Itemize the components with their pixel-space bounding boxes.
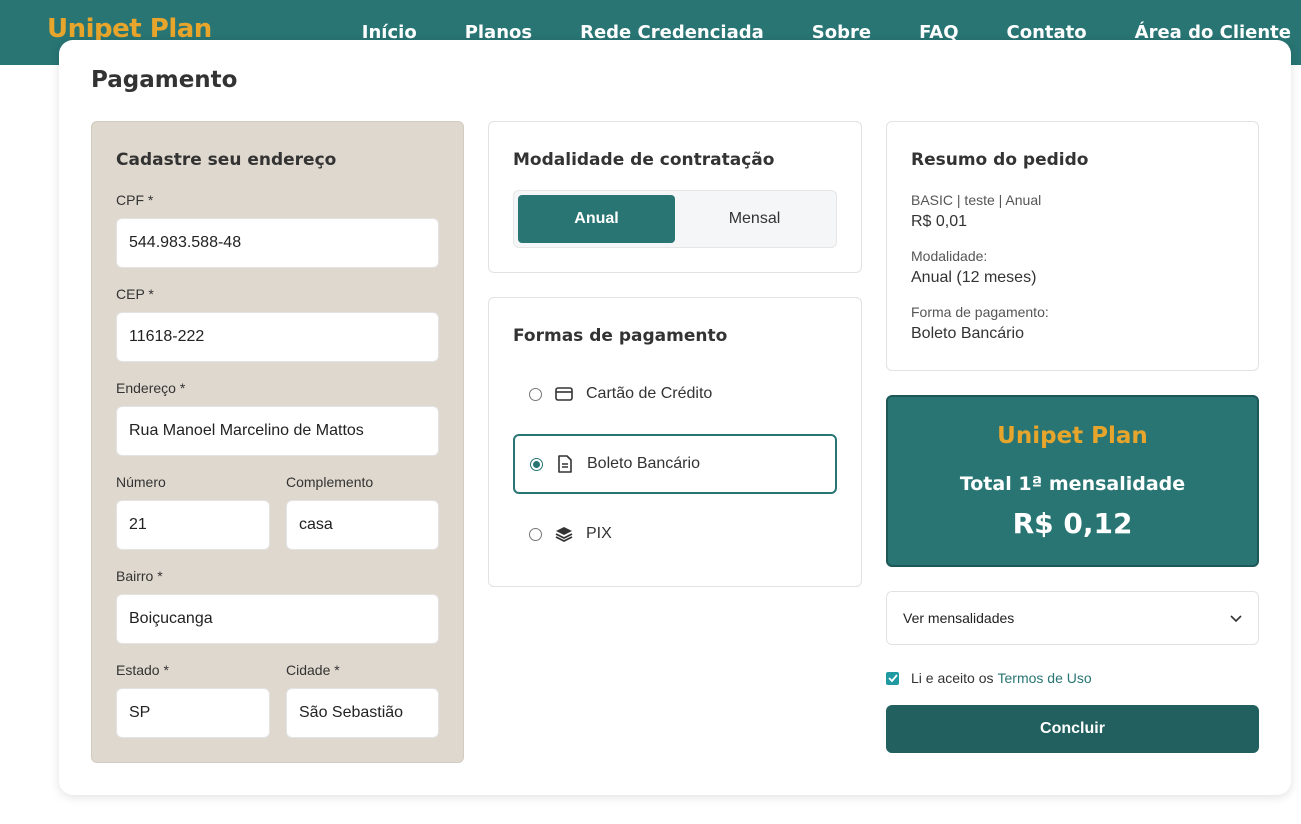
total-panel: Unipet Plan Total 1ª mensalidade R$ 0,12	[886, 395, 1259, 567]
total-value: R$ 0,12	[1012, 507, 1133, 540]
payment-option-label: Cartão de Crédito	[586, 385, 713, 402]
bairro-input[interactable]: Boiçucanga	[116, 594, 439, 644]
plan-line: BASIC | teste | Anual	[911, 192, 1042, 208]
total-logo: Unipet Plan	[997, 423, 1148, 449]
terms-link[interactable]: Termos de Uso	[998, 670, 1092, 686]
modalidade-toggle: Anual Mensal	[513, 190, 837, 248]
numero-input[interactable]: 21	[116, 500, 270, 550]
modalidade-anual-button[interactable]: Anual	[518, 195, 675, 243]
payment-option-boleto[interactable]: Boleto Bancário	[513, 434, 837, 494]
estado-input[interactable]: SP	[116, 688, 270, 738]
total-label: Total 1ª mensalidade	[959, 473, 1186, 495]
concluir-button[interactable]: Concluir	[886, 705, 1259, 753]
order-summary-title: Resumo do pedido	[911, 150, 1089, 170]
payment-methods-panel: Formas de pagamento Cartão de Crédito Bo…	[488, 297, 862, 587]
endereco-label: Endereço *	[116, 380, 186, 396]
modalidade-title: Modalidade de contratação	[513, 150, 775, 170]
terms-text: Li e aceito os	[911, 670, 994, 686]
radio-boleto[interactable]	[530, 457, 543, 471]
ver-mensalidades-label: Ver mensalidades	[903, 610, 1015, 626]
modalidade-summary-value: Anual (12 meses)	[911, 269, 1037, 286]
cpf-label: CPF *	[116, 192, 154, 208]
page-title: Pagamento	[91, 67, 238, 93]
cidade-input[interactable]: São Sebastião	[286, 688, 439, 738]
payment-option-credit-card[interactable]: Cartão de Crédito	[513, 364, 837, 424]
estado-label: Estado *	[116, 662, 169, 678]
radio-credit-card[interactable]	[529, 387, 542, 401]
address-panel: Cadastre seu endereço CPF * 544.983.588-…	[91, 121, 464, 763]
chevron-down-icon	[1230, 610, 1242, 626]
address-title: Cadastre seu endereço	[116, 150, 337, 170]
complemento-label: Complemento	[286, 474, 374, 490]
modalidade-summary-label: Modalidade:	[911, 248, 988, 264]
modalidade-panel: Modalidade de contratação Anual Mensal	[488, 121, 862, 273]
numero-label: Número	[116, 474, 166, 490]
terms-row: Li e aceito os Termos de Uso	[886, 670, 1092, 686]
payment-option-label: Boleto Bancário	[587, 455, 700, 472]
complemento-input[interactable]: casa	[286, 500, 439, 550]
order-summary-panel: Resumo do pedido BASIC | teste | Anual R…	[886, 121, 1259, 371]
cep-label: CEP *	[116, 286, 154, 302]
payment-option-pix[interactable]: PIX	[513, 504, 837, 564]
radio-pix[interactable]	[529, 527, 542, 541]
ver-mensalidades-dropdown[interactable]: Ver mensalidades	[886, 591, 1259, 645]
cidade-label: Cidade *	[286, 662, 340, 678]
payment-option-label: PIX	[586, 525, 612, 542]
pix-icon	[554, 524, 574, 544]
endereco-input[interactable]: Rua Manoel Marcelino de Mattos	[116, 406, 439, 456]
modalidade-mensal-button[interactable]: Mensal	[676, 195, 833, 243]
document-icon	[555, 454, 575, 474]
forma-pagamento-label: Forma de pagamento:	[911, 304, 1049, 320]
terms-checkbox[interactable]	[886, 671, 899, 685]
payment-methods-title: Formas de pagamento	[513, 326, 728, 346]
plan-price: R$ 0,01	[911, 213, 968, 230]
bairro-label: Bairro *	[116, 568, 163, 584]
cep-input[interactable]: 11618-222	[116, 312, 439, 362]
cpf-input[interactable]: 544.983.588-48	[116, 218, 439, 268]
credit-card-icon	[554, 384, 574, 404]
forma-pagamento-value: Boleto Bancário	[911, 325, 1024, 342]
